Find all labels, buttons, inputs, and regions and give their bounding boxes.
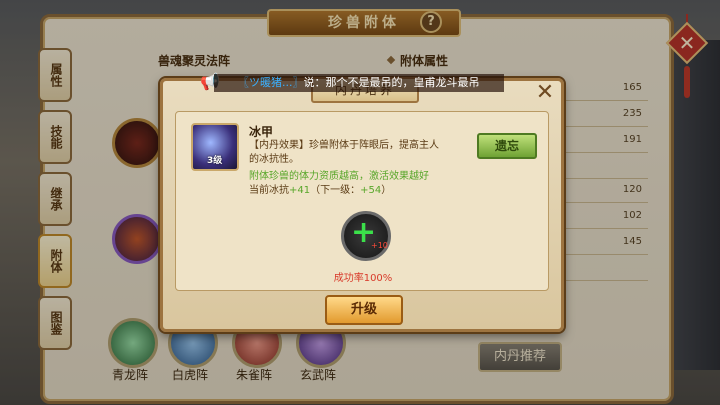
item-name: 冰甲 (249, 125, 274, 139)
upgrade-button[interactable]: 升级 (325, 295, 403, 325)
upgrade-popup: 内丹培养 ✕ 3级 冰甲 【内丹效果】珍兽附体于阵眼后，提高主人的冰抗性。 附体… (160, 77, 564, 332)
broadcast-speaker[interactable]: 〖ツ暖猪...〗 (238, 76, 304, 89)
success-rate: 成功率100% (333, 273, 393, 284)
popup-close-icon[interactable]: ✕ (535, 82, 555, 104)
item-current-stat: 当前冰抗+41（下一级：+54） (249, 185, 392, 196)
forget-button[interactable]: 遗忘 (477, 133, 537, 159)
chat-broadcast: 〖ツ暖猪...〗说：那个不是最吊的，皇甫龙斗最吊 (214, 74, 504, 92)
slot-badge: +10 (371, 241, 388, 250)
broadcast-message: 说：那个不是最吊的，皇甫龙斗最吊 (303, 76, 480, 89)
item-description: 【内丹效果】珍兽附体于阵眼后，提高主人的冰抗性。 (249, 140, 439, 165)
item-level: 3级 (207, 156, 223, 166)
item-hint: 附体珍兽的体力资质越高，激活效果越好 (249, 171, 429, 182)
